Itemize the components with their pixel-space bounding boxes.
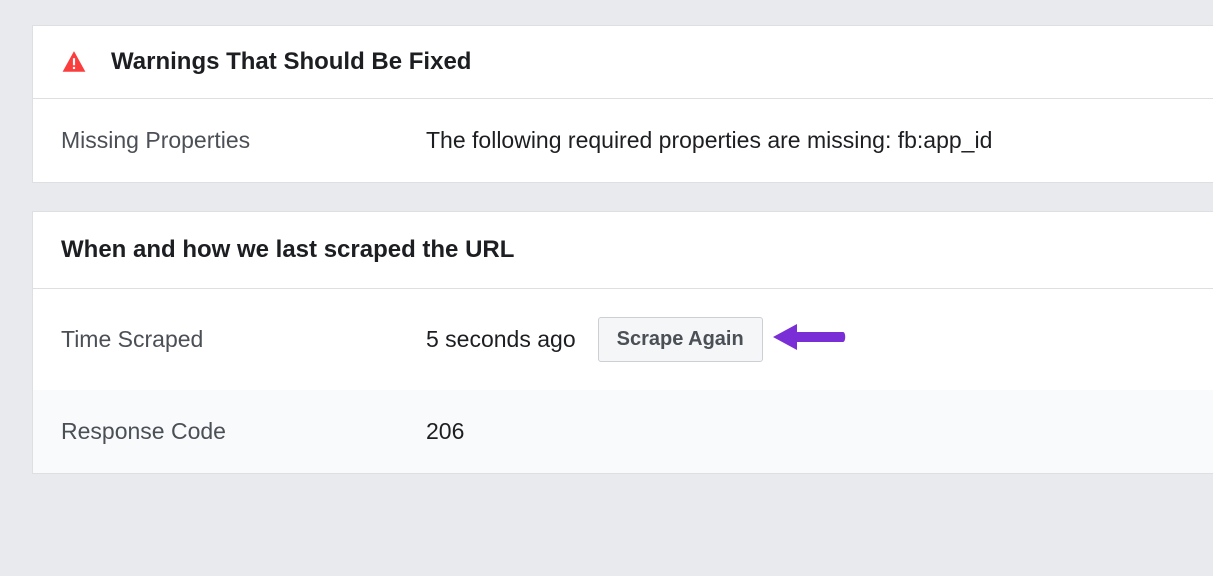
scrape-panel: When and how we last scraped the URL Tim… bbox=[32, 211, 1213, 474]
warning-icon bbox=[61, 49, 87, 75]
warnings-panel-header: Warnings That Should Be Fixed bbox=[33, 26, 1213, 99]
time-scraped-label: Time Scraped bbox=[61, 326, 426, 353]
response-code-value: 206 bbox=[426, 418, 464, 445]
warnings-panel: Warnings That Should Be Fixed Missing Pr… bbox=[32, 25, 1213, 183]
scrape-again-button[interactable]: Scrape Again bbox=[598, 317, 763, 362]
warnings-title: Warnings That Should Be Fixed bbox=[111, 48, 471, 76]
scrape-row-time: Time Scraped 5 seconds ago Scrape Again bbox=[33, 289, 1213, 390]
annotation-arrow-icon bbox=[769, 318, 847, 362]
time-scraped-value: 5 seconds ago bbox=[426, 326, 576, 353]
scrape-title: When and how we last scraped the URL bbox=[33, 212, 1213, 289]
warning-value: The following required properties are mi… bbox=[426, 127, 992, 154]
warning-row-missing-properties: Missing Properties The following require… bbox=[33, 99, 1213, 182]
warning-label: Missing Properties bbox=[61, 127, 426, 154]
response-code-label: Response Code bbox=[61, 418, 426, 445]
scrape-row-response-code: Response Code 206 bbox=[33, 390, 1213, 473]
